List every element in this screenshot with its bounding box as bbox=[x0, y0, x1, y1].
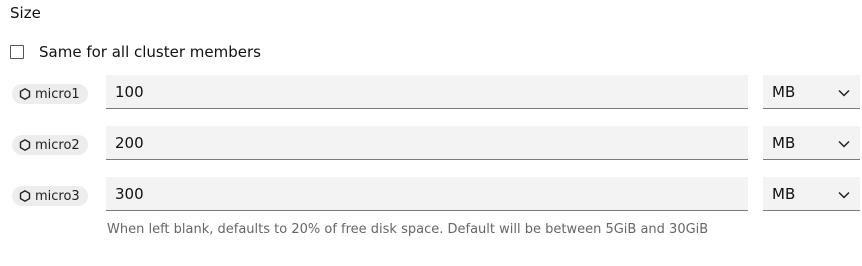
size-label: Size bbox=[10, 4, 41, 22]
same-for-all-checkbox[interactable] bbox=[10, 45, 24, 59]
size-input[interactable]: 300 bbox=[106, 177, 748, 211]
member-row-micro3: micro3 300 MB bbox=[0, 177, 862, 213]
size-section: Size Same for all cluster members micro1… bbox=[0, 0, 862, 266]
chevron-down-icon bbox=[838, 134, 850, 152]
member-name: micro1 bbox=[35, 86, 80, 102]
help-text: When left blank, defaults to 20% of free… bbox=[107, 222, 709, 237]
size-input[interactable]: 200 bbox=[106, 126, 748, 160]
member-chip: micro1 bbox=[12, 84, 88, 104]
member-row-micro1: micro1 100 MB bbox=[0, 75, 862, 111]
unit-select[interactable]: MB bbox=[763, 75, 860, 109]
member-name: micro3 bbox=[35, 188, 80, 204]
unit-select-value: MB bbox=[772, 82, 796, 101]
member-chip: micro3 bbox=[12, 186, 88, 206]
same-for-all-toggle[interactable]: Same for all cluster members bbox=[10, 43, 261, 61]
member-row-micro2: micro2 200 MB bbox=[0, 126, 862, 162]
unit-select[interactable]: MB bbox=[763, 126, 860, 160]
member-name: micro2 bbox=[35, 137, 80, 153]
hexagon-icon bbox=[19, 190, 31, 202]
size-input-value: 100 bbox=[115, 82, 144, 101]
chevron-down-icon bbox=[838, 185, 850, 203]
size-input[interactable]: 100 bbox=[106, 75, 748, 109]
size-input-value: 300 bbox=[115, 184, 144, 203]
chevron-down-icon bbox=[838, 83, 850, 101]
unit-select-value: MB bbox=[772, 133, 796, 152]
hexagon-icon bbox=[19, 139, 31, 151]
size-input-value: 200 bbox=[115, 133, 144, 152]
unit-select[interactable]: MB bbox=[763, 177, 860, 211]
unit-select-value: MB bbox=[772, 184, 796, 203]
same-for-all-label: Same for all cluster members bbox=[39, 43, 261, 61]
member-chip: micro2 bbox=[12, 135, 88, 155]
hexagon-icon bbox=[19, 88, 31, 100]
